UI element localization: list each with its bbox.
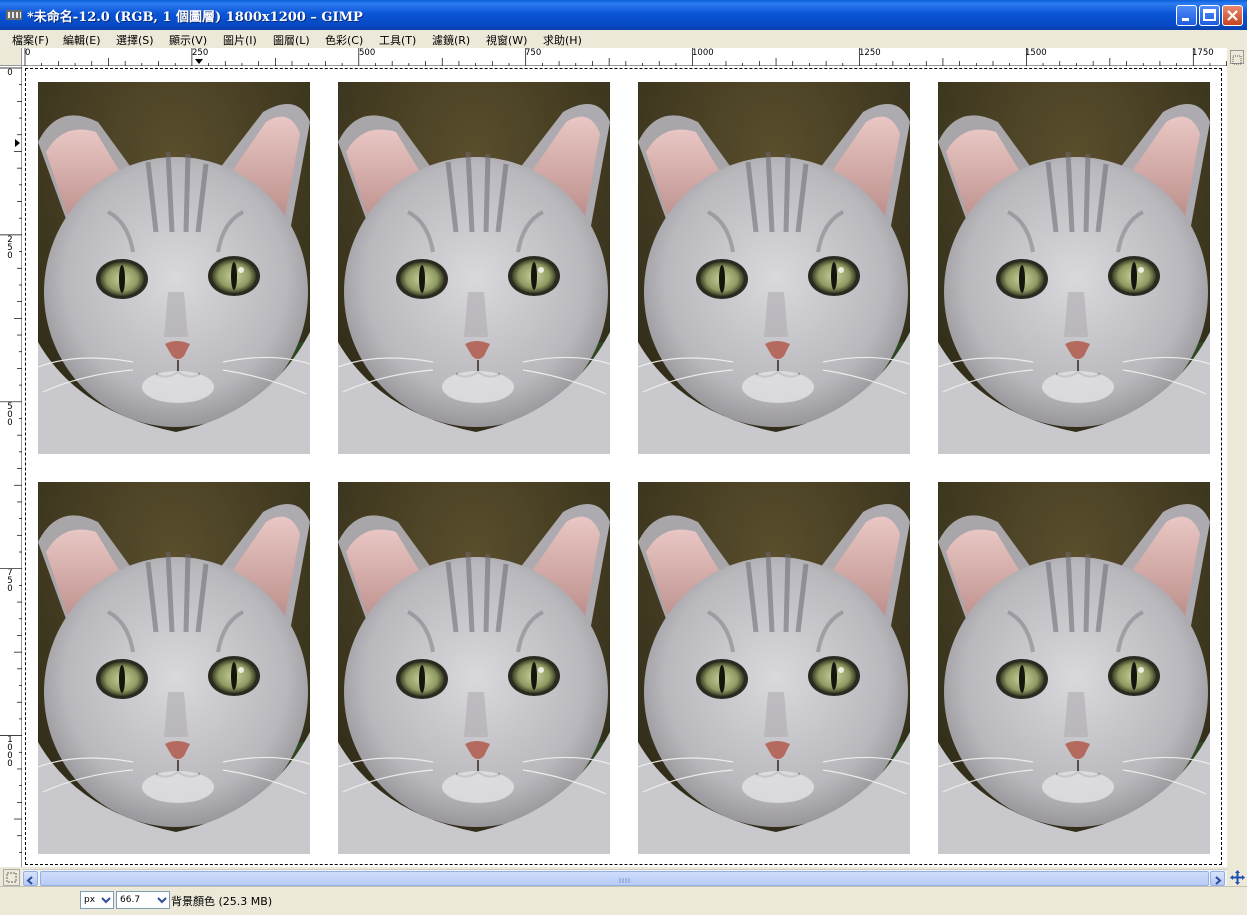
cat-photo bbox=[938, 482, 1210, 854]
zoom-select[interactable]: 66.7 bbox=[116, 891, 170, 909]
menu-select[interactable]: 選擇(S) bbox=[116, 32, 154, 48]
horizontal-scrollbar[interactable] bbox=[22, 869, 1227, 886]
chevron-down-icon bbox=[101, 897, 111, 904]
cat-photo bbox=[338, 482, 610, 854]
zoom-value: 66.7 bbox=[120, 895, 141, 905]
cat-photo bbox=[638, 482, 910, 854]
chevron-down-icon bbox=[157, 897, 167, 904]
window-title: *未命名-12.0 (RGB, 1 個圖層) 1800x1200 – GIMP bbox=[27, 10, 363, 25]
ruler-h-label: 750 bbox=[525, 48, 542, 58]
pointer-marker bbox=[195, 59, 203, 64]
minimize-button[interactable] bbox=[1176, 5, 1197, 26]
minimize-icon bbox=[1182, 18, 1189, 21]
cat-photo bbox=[638, 82, 910, 454]
menu-help[interactable]: 求助(H) bbox=[543, 32, 582, 48]
right-margin bbox=[1227, 48, 1247, 867]
zoom-fit-icon bbox=[1232, 55, 1242, 65]
menu-tools[interactable]: 工具(T) bbox=[379, 32, 416, 48]
ruler-v-label: 0 bbox=[7, 68, 13, 78]
status-bar: px 66.7 背景顏色 (25.3 MB) bbox=[0, 886, 1247, 915]
horizontal-ruler[interactable]: 0 250 500 750 1000 1250 1500 1750 bbox=[22, 48, 1227, 66]
image-canvas[interactable] bbox=[22, 66, 1227, 867]
maximize-icon bbox=[1203, 9, 1216, 21]
maximize-button[interactable] bbox=[1199, 5, 1220, 26]
cat-photo bbox=[338, 82, 610, 454]
menu-windows[interactable]: 視窗(W) bbox=[486, 32, 527, 48]
ruler-h-label: 1750 bbox=[1192, 48, 1214, 58]
gimp-app-icon bbox=[6, 10, 22, 20]
cat-photo bbox=[38, 82, 310, 454]
menu-colors[interactable]: 色彩(C) bbox=[325, 32, 363, 48]
quick-mask-toggle[interactable] bbox=[3, 869, 20, 886]
quick-mask-icon bbox=[6, 872, 17, 883]
menu-image[interactable]: 圖片(I) bbox=[223, 32, 257, 48]
menu-view[interactable]: 顯示(V) bbox=[169, 32, 207, 48]
ruler-v-label: 500 bbox=[7, 402, 13, 428]
close-icon bbox=[1227, 10, 1238, 21]
menu-file[interactable]: 檔案(F) bbox=[12, 32, 49, 48]
ruler-h-label: 0 bbox=[25, 48, 31, 58]
ruler-v-label: 250 bbox=[7, 235, 13, 261]
ruler-h-label: 1000 bbox=[692, 48, 714, 58]
pointer-marker bbox=[15, 139, 20, 147]
status-message: 背景顏色 (25.3 MB) bbox=[171, 895, 273, 908]
cat-photo bbox=[938, 82, 1210, 454]
cat-photo bbox=[38, 482, 310, 854]
ruler-h-label: 1250 bbox=[859, 48, 881, 58]
ruler-h-label: 250 bbox=[192, 48, 209, 58]
ruler-h-label: 500 bbox=[359, 48, 376, 58]
unit-select[interactable]: px bbox=[80, 891, 114, 909]
scroll-left-button[interactable] bbox=[23, 871, 38, 886]
menu-layer[interactable]: 圖層(L) bbox=[273, 32, 310, 48]
unit-value: px bbox=[84, 895, 96, 905]
close-button[interactable] bbox=[1222, 5, 1243, 26]
scroll-thumb[interactable] bbox=[40, 871, 1209, 886]
zoom-fit-button[interactable] bbox=[1230, 50, 1244, 65]
menu-edit[interactable]: 編輯(E) bbox=[63, 32, 101, 48]
menu-bar: 檔案(F) 編輯(E) 選擇(S) 顯示(V) 圖片(I) 圖層(L) 色彩(C… bbox=[0, 30, 1247, 48]
ruler-corner[interactable] bbox=[0, 48, 22, 66]
scroll-right-button[interactable] bbox=[1210, 871, 1225, 886]
navigate-icon[interactable] bbox=[1229, 869, 1246, 886]
ruler-v-label: 750 bbox=[7, 568, 13, 594]
ruler-v-label: 1000 bbox=[7, 735, 13, 769]
ruler-h-label: 1500 bbox=[1025, 48, 1047, 58]
title-bar[interactable]: *未命名-12.0 (RGB, 1 個圖層) 1800x1200 – GIMP bbox=[0, 0, 1247, 30]
gimp-window: *未命名-12.0 (RGB, 1 個圖層) 1800x1200 – GIMP … bbox=[0, 0, 1247, 915]
menu-filters[interactable]: 濾鏡(R) bbox=[432, 32, 470, 48]
vertical-ruler[interactable]: 0 250 500 750 1000 bbox=[0, 66, 22, 867]
